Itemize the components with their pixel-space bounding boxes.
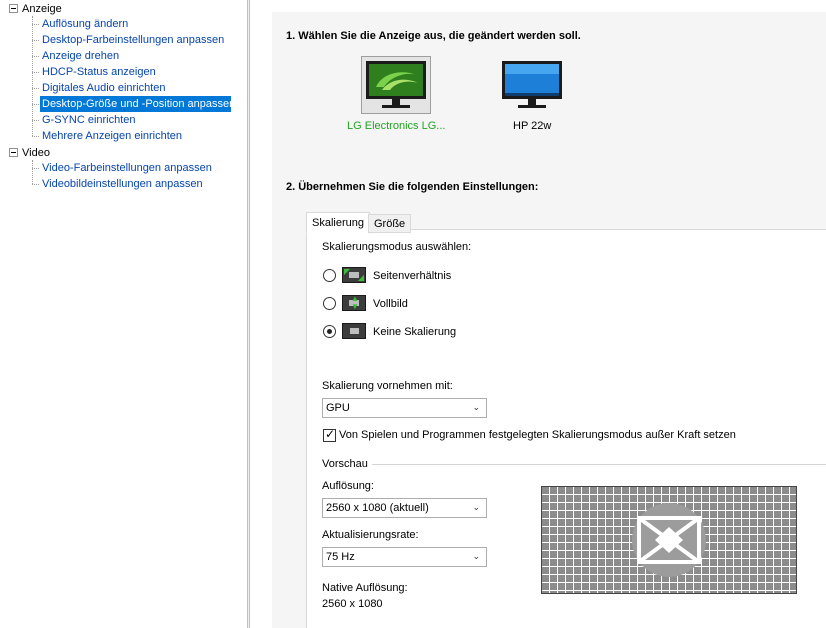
aspect-ratio-icon: ◤ ◢ (342, 267, 366, 283)
display-hp[interactable] (497, 56, 567, 116)
perform-scaling-select[interactable]: GPU ⌄ (322, 398, 487, 418)
tree-item-anzeige-drehen[interactable]: Anzeige drehen (40, 48, 121, 64)
override-scaling-label[interactable]: Von Spielen und Programmen festgelegten … (339, 429, 736, 441)
tree-category-video[interactable]: Video (22, 145, 50, 161)
refresh-rate-select[interactable]: 75 Hz ⌄ (322, 547, 487, 567)
tab-skalierung[interactable]: Skalierung (306, 212, 370, 234)
resolution-value: 2560 x 1080 (aktuell) (326, 502, 429, 514)
display-lg-label[interactable]: LG Electronics LG... (347, 120, 445, 132)
tree-category-anzeige[interactable]: Anzeige (22, 1, 62, 17)
tree-item-desktop-groesse-position[interactable]: Desktop-Größe und -Position anpassen (40, 96, 235, 112)
radio-vollbild-label[interactable]: Vollbild (373, 298, 408, 310)
refresh-rate-label: Aktualisierungsrate: (322, 529, 419, 541)
chevron-down-icon: ⌄ (472, 402, 480, 412)
perform-scaling-value: GPU (326, 402, 350, 414)
step2-title: 2. Übernehmen Sie die folgenden Einstell… (286, 181, 539, 193)
chevron-down-icon: ⌄ (472, 551, 480, 561)
collapse-anzeige-icon[interactable] (9, 4, 18, 13)
tree-item-hdcp-status[interactable]: HDCP-Status anzeigen (40, 64, 158, 80)
radio-seitenverhaeltnis[interactable] (323, 269, 336, 282)
radio-keine-skalierung-label[interactable]: Keine Skalierung (373, 326, 456, 338)
nvidia-monitor-icon (366, 61, 426, 108)
radio-vollbild[interactable] (323, 297, 336, 310)
preview-test-pattern (541, 486, 797, 594)
native-resolution-label: Native Auflösung: (322, 582, 408, 594)
tree-item-g-sync[interactable]: G-SYNC einrichten (40, 112, 138, 128)
tree-item-digitales-audio[interactable]: Digitales Audio einrichten (40, 80, 168, 96)
display-hp-label[interactable]: HP 22w (513, 120, 551, 132)
refresh-rate-value: 75 Hz (326, 551, 355, 563)
test-pattern-graphic (542, 487, 796, 593)
radio-keine-skalierung[interactable] (323, 325, 336, 338)
tab-groesse[interactable]: Größe (368, 214, 412, 233)
step1-title: 1. Wählen Sie die Anzeige aus, die geänd… (286, 30, 581, 42)
fullscreen-icon: ▲ ▼ (342, 295, 366, 311)
resolution-label: Auflösung: (322, 480, 374, 492)
tree-item-desktop-farbeinstellungen[interactable]: Desktop-Farbeinstellungen anpassen (40, 32, 226, 48)
preview-group-label: Vorschau (322, 458, 368, 470)
override-scaling-checkbox[interactable]: ✓ (323, 427, 336, 442)
tree-item-video-farbeinstellungen[interactable]: Video-Farbeinstellungen anpassen (40, 160, 214, 176)
navigation-tree: Anzeige Auflösung ändern Desktop-Farbein… (0, 0, 247, 628)
tree-item-videobildeinstellungen[interactable]: Videobildeinstellungen anpassen (40, 176, 205, 192)
scaling-mode-label: Skalierungsmodus auswählen: (322, 241, 472, 253)
perform-scaling-label: Skalierung vornehmen mit: (322, 380, 453, 392)
windows-monitor-icon (502, 61, 562, 108)
radio-seitenverhaeltnis-label[interactable]: Seitenverhältnis (373, 270, 451, 282)
tree-item-aufloesung-aendern[interactable]: Auflösung ändern (40, 16, 130, 32)
preview-group-line (372, 464, 826, 465)
resolution-select[interactable]: 2560 x 1080 (aktuell) ⌄ (322, 498, 487, 518)
chevron-down-icon: ⌄ (472, 502, 480, 512)
checkmark-icon: ✓ (325, 427, 336, 441)
tree-item-mehrere-anzeigen[interactable]: Mehrere Anzeigen einrichten (40, 128, 184, 144)
display-lg[interactable] (361, 56, 431, 116)
no-scaling-icon (342, 323, 366, 339)
collapse-video-icon[interactable] (9, 148, 18, 157)
native-resolution-value: 2560 x 1080 (322, 598, 383, 610)
